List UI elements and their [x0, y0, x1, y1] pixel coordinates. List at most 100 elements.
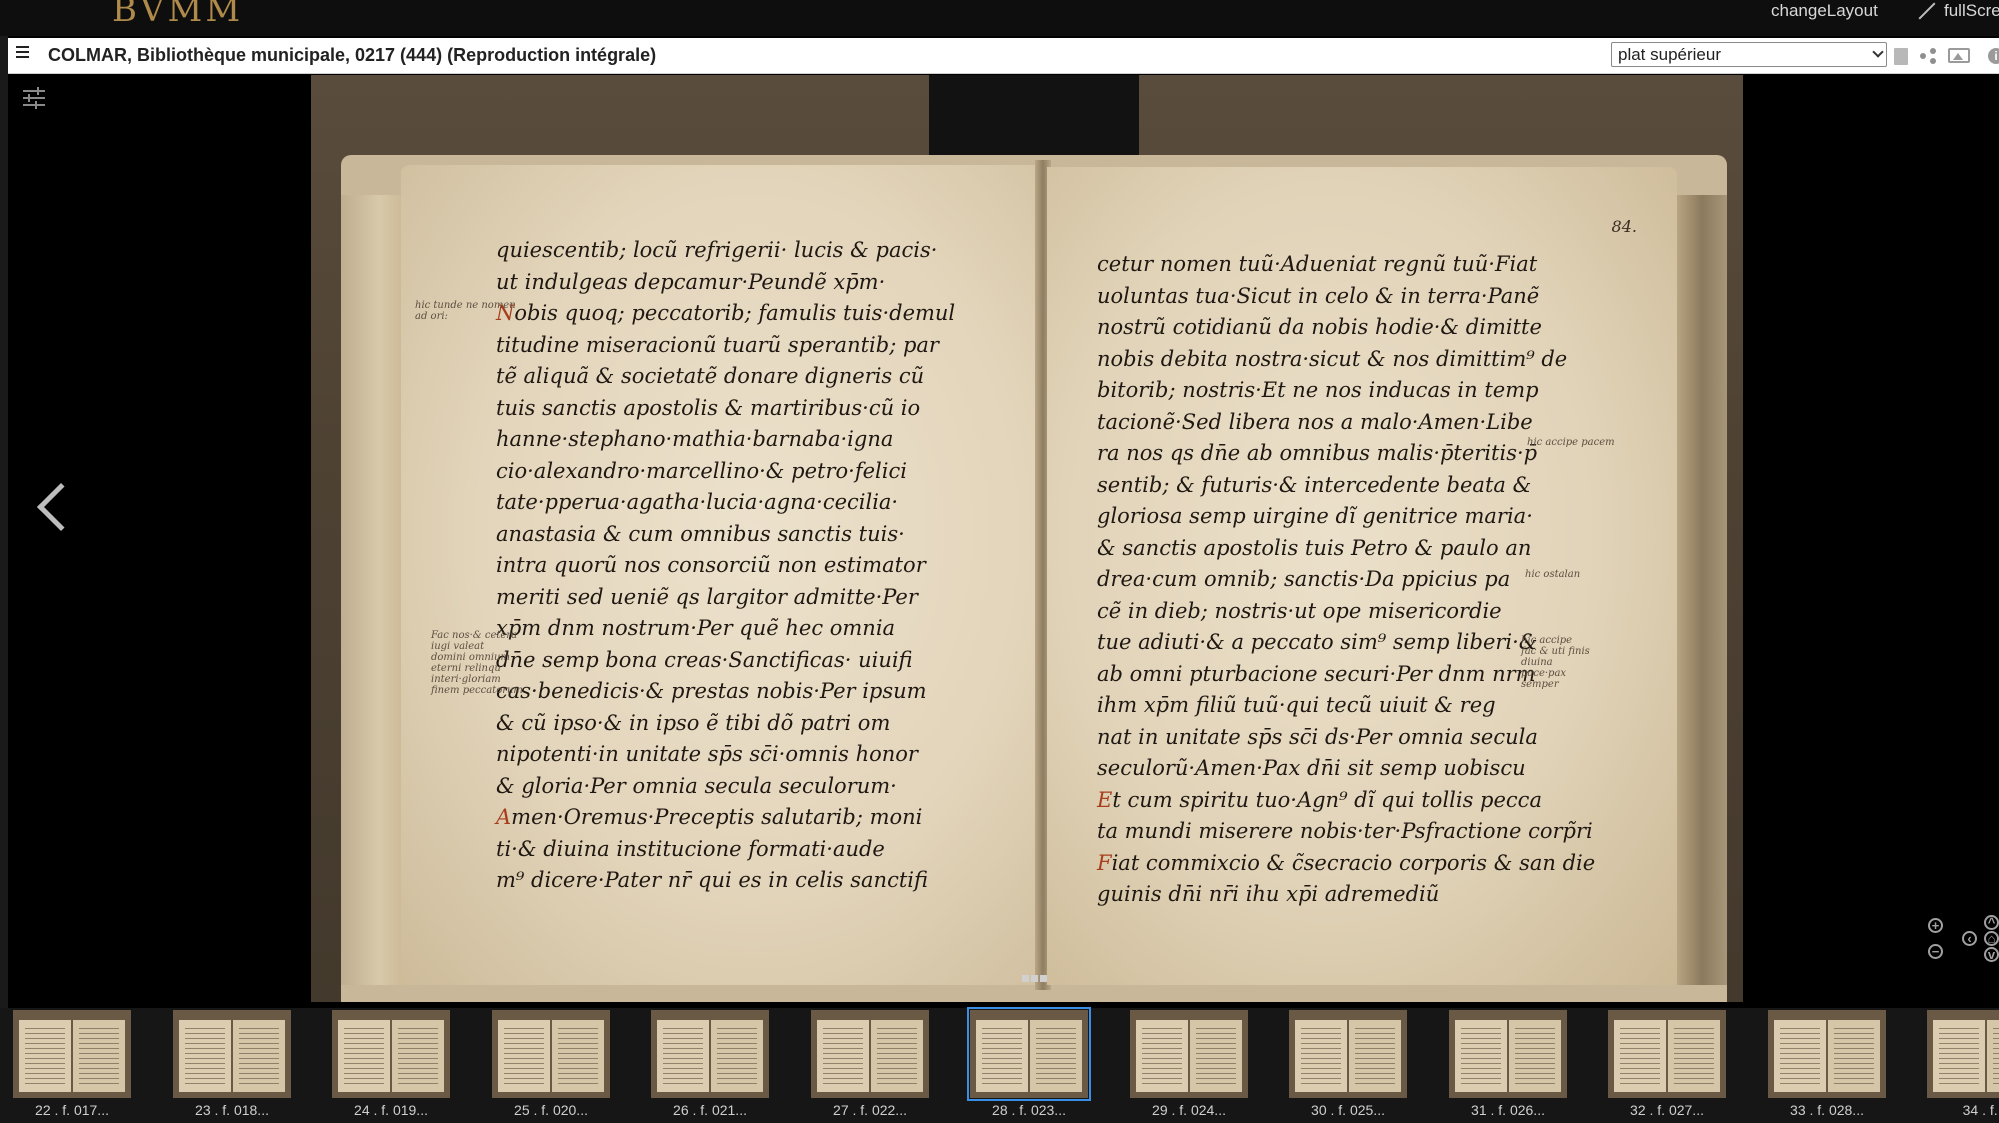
thumbnail-label: 26 . f. 021... [673, 1102, 747, 1118]
right-line: cẽ in dieb; nostris·ut ope misericordie [1097, 598, 1502, 623]
rotate-left-icon[interactable]: ‹ [1962, 931, 1977, 946]
top-bar: BVMM changeLayout fullScre [0, 0, 1999, 36]
info-icon[interactable]: i [1988, 48, 1999, 64]
more-options-icon[interactable] [1022, 975, 1047, 982]
folio-number: 84. [1611, 217, 1637, 236]
left-line: cas·benedicis·& prestas nobis·Per ipsum [496, 679, 927, 703]
thumbnail-item[interactable]: 25 . f. 020... [491, 1010, 611, 1120]
margin-note-line: domini omnium [431, 652, 510, 663]
right-margin-note: hic accipe pacem [1527, 437, 1615, 448]
zoom-in-icon[interactable]: + [1928, 918, 1943, 933]
image-options-icon[interactable] [1948, 48, 1970, 63]
right-line: ihm xp̄m filiũ tuũ·qui tecũ uiuit & reg [1097, 693, 1496, 717]
left-line: tate·pperua·agatha·lucia·agna·cecilia· [496, 490, 899, 514]
thumbnail-label: 22 . f. 017... [35, 1102, 109, 1118]
left-line: cio·alexandro·marcellino·& petro·felici [496, 458, 907, 483]
change-layout-button[interactable]: changeLayout [1745, 0, 1878, 22]
left-line: Amen·Oremus·Preceptis salutarib; moni [496, 805, 923, 829]
menu-icon[interactable] [16, 46, 30, 58]
thumbnail-label: 32 . f. 027... [1630, 1102, 1704, 1118]
zoom-controls: + − ‹ ^ ⌂ v [1928, 915, 1999, 975]
title-bar: COLMAR, Bibliothèque municipale, 0217 (4… [8, 38, 1999, 74]
right-line: uoluntas tua·Sicut in celo & in terra·Pa… [1097, 283, 1540, 308]
left-line: tẽ aliquã & societatẽ donare digneris cũ [496, 364, 925, 388]
thumbnail-item[interactable]: 23 . f. 018... [172, 1010, 292, 1120]
thumbnail-item[interactable]: 27 . f. 022... [810, 1010, 930, 1120]
thumbnail-image [811, 1010, 929, 1098]
thumbnail-image [1768, 1010, 1886, 1098]
thumbnail-item[interactable]: 31 . f. 026... [1448, 1010, 1568, 1120]
right-line: nat in unitate sp̄s sc̄i ds·Per omnia se… [1097, 724, 1538, 749]
left-line: nipotenti·in unitate sp̄s sc̄i·omnis hon… [496, 742, 918, 766]
thumbnail-item[interactable]: 26 . f. 021... [650, 1010, 770, 1120]
fullscreen-label: fullScre [1944, 1, 1999, 20]
chevron-down-icon [1872, 46, 1884, 58]
thumbnail-image [1449, 1010, 1567, 1098]
left-line: & gloria·Per omnia secula seculorum· [496, 773, 897, 798]
thumbnail-image [332, 1010, 450, 1098]
thumbnail-strip: 22 . f. 017... 23 . f. 018... 24 . f. 019.… [0, 1007, 1999, 1123]
thumbnail-image [1927, 1010, 1999, 1098]
right-line: drea·cum omnib; sanctis·Da ppicius pa [1097, 567, 1511, 591]
right-line: nobis debita nostra·sicut & nos dimittim… [1097, 346, 1568, 371]
thumbnail-item[interactable]: 29 . f. 024... [1129, 1010, 1249, 1120]
right-page: 84. cetur nomen tuũ·Adueniat regnũ tuũ·F… [1047, 167, 1677, 985]
thumbnail-label: 27 . f. 022... [833, 1102, 907, 1118]
thumbnail-item[interactable]: 30 . f. 025... [1288, 1010, 1408, 1120]
margin-note-line: pace·pax [1521, 668, 1567, 679]
zoom-out-icon[interactable]: − [1928, 944, 1943, 959]
thumbnail-item[interactable]: 34 . f. 0 [1926, 1010, 1999, 1120]
home-icon[interactable]: ⌂ [1984, 931, 1999, 946]
pan-up-icon[interactable]: ^ [1984, 915, 1999, 930]
bvmm-logo[interactable]: BVMM [112, 0, 243, 30]
left-line: titudine miseracionũ tuarũ sperantib; pa… [496, 332, 939, 357]
left-line: ti·& diuina institucione formati·aude [496, 836, 885, 861]
share-icon[interactable] [1920, 48, 1936, 64]
left-line: tuis sanctis apostolis & martiribus·cũ i… [496, 395, 921, 420]
thumbnail-item[interactable]: 22 . f. 017... [12, 1010, 132, 1120]
margin-note-line: hic accipe [1521, 635, 1573, 646]
thumbnail-label: 23 . f. 018... [195, 1102, 269, 1118]
left-line: xp̄m dnm nostrum·Per quẽ hec omnia [496, 616, 896, 640]
left-margin-note: hic tunde ne nomen ad ori: [415, 300, 516, 322]
document-icon[interactable] [1894, 48, 1908, 65]
thumbnail-label: 33 . f. 028... [1790, 1102, 1864, 1118]
view-select[interactable]: plat supérieur [1611, 42, 1887, 67]
margin-note-line: finem peccatorum [431, 685, 523, 696]
thumbnail-image [651, 1010, 769, 1098]
chevron-left-icon[interactable] [36, 482, 86, 532]
layout-grid-icon [1745, 3, 1763, 19]
thumbnail-label: 34 . f. 0 [1962, 1102, 1999, 1118]
left-line: hanne·stephano·mathia·barnaba·igna [496, 427, 894, 451]
thumbnail-label: 24 . f. 019... [354, 1102, 428, 1118]
margin-note-line: semper [1521, 679, 1559, 690]
sliders-icon[interactable] [23, 87, 45, 109]
left-line: intra quorũ nos consorciũ non estimator [496, 553, 926, 577]
margin-note-line: hic tunde ne nomen [415, 300, 516, 311]
thumbnail-item[interactable]: 32 . f. 027... [1607, 1010, 1727, 1120]
margin-note-line: interi·gloriam [431, 674, 501, 685]
thumbnail-image [1130, 1010, 1248, 1098]
thumbnail-item[interactable]: 28 . f. 023... [967, 1007, 1091, 1120]
pan-down-icon[interactable]: v [1984, 947, 1999, 962]
right-page-text: cetur nomen tuũ·Adueniat regnũ tuũ·Fiat u… [1097, 249, 1595, 911]
right-margin-note-2: hic ostalan [1525, 569, 1580, 580]
right-line: guinis dn̄i nr̄i ihu xp̄i adremediũ [1097, 882, 1440, 906]
margin-note-line: hic ostalan [1525, 569, 1581, 580]
right-line: nostrũ cotidianũ da nobis hodie·& dimitt… [1097, 315, 1542, 339]
fullscreen-button[interactable]: fullScre [1918, 0, 1999, 22]
thumbnail-image [13, 1010, 131, 1098]
right-margin-note-3: hic accipe fac & uti finis diuina pace·pax s… [1521, 635, 1590, 690]
thumbnail-item[interactable]: 33 . f. 028... [1767, 1010, 1887, 1120]
left-margin-note-2: Fac nos·& cetera iugi valeat domini omnium… [431, 630, 523, 696]
chevron-right-icon[interactable] [1990, 482, 1999, 532]
thumbnail-label: 28 . f. 023... [992, 1102, 1066, 1118]
left-line: m⁹ dicere·Pater nr̄ qui es in celis sanc… [496, 868, 928, 892]
right-line: bitorib; nostris·Et ne nos inducas in te… [1097, 378, 1539, 402]
thumbnail-label: 31 . f. 026... [1471, 1102, 1545, 1118]
manuscript-image[interactable]: quiescentib; locũ refrigerii· lucis & pa… [311, 75, 1743, 1002]
thumbnail-label: 29 . f. 024... [1152, 1102, 1226, 1118]
thumbnail-item[interactable]: 24 . f. 019... [331, 1010, 451, 1120]
margin-note-line: ad ori: [415, 311, 448, 322]
change-layout-label: changeLayout [1771, 1, 1878, 20]
